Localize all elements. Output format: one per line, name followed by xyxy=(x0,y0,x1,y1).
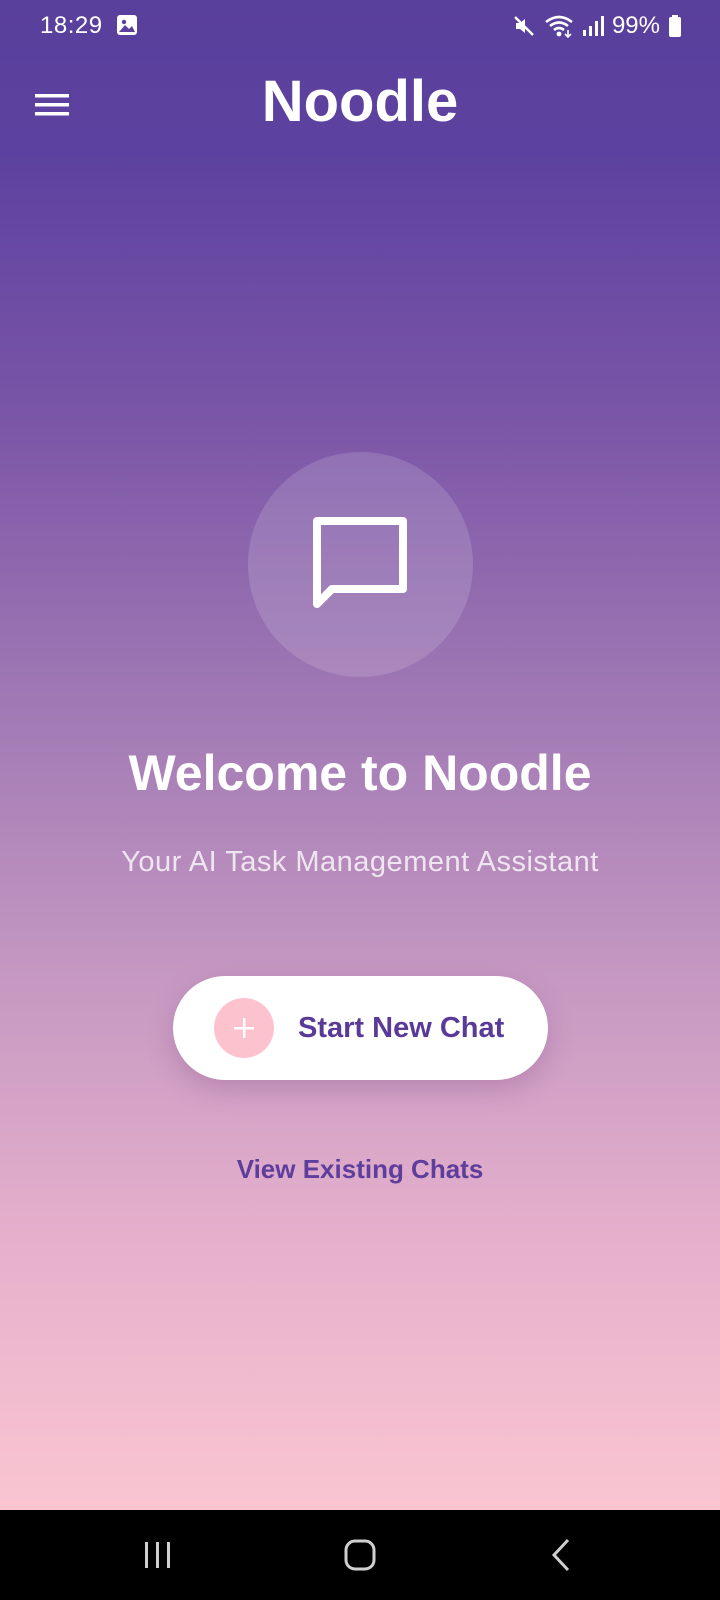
app-screen: 18:29 99% Noodle Welcome to Noodle Your … xyxy=(0,0,720,1510)
app-title: Noodle xyxy=(261,69,459,134)
battery-percentage: 99% xyxy=(611,12,660,39)
home-button[interactable] xyxy=(330,1530,390,1580)
plus-icon-circle xyxy=(214,998,274,1058)
image-icon xyxy=(117,15,137,35)
recent-apps-icon xyxy=(145,1542,170,1568)
chat-bubble-icon xyxy=(313,517,407,608)
hero-icon-circle xyxy=(248,452,473,677)
back-icon xyxy=(551,1538,570,1572)
wifi-icon xyxy=(545,15,573,38)
status-bar: 18:29 99% xyxy=(0,0,720,52)
recent-apps-button[interactable] xyxy=(128,1530,188,1580)
view-existing-chats-link[interactable]: View Existing Chats xyxy=(0,1154,720,1185)
welcome-subtitle: Your AI Task Management Assistant xyxy=(121,846,599,878)
start-new-chat-button[interactable]: Start New Chat xyxy=(173,976,548,1080)
battery-icon xyxy=(669,15,681,37)
plus-icon xyxy=(234,1018,254,1038)
mute-icon xyxy=(514,16,534,36)
start-new-chat-label: Start New Chat xyxy=(298,1011,505,1044)
status-icons: 99% xyxy=(512,12,682,40)
status-time: 18:29 xyxy=(40,12,103,39)
welcome-heading: Welcome to Noodle xyxy=(128,745,592,801)
home-icon xyxy=(344,1539,376,1571)
signal-icon xyxy=(582,16,604,36)
system-navigation-bar xyxy=(0,1510,720,1600)
back-button[interactable] xyxy=(532,1530,592,1580)
